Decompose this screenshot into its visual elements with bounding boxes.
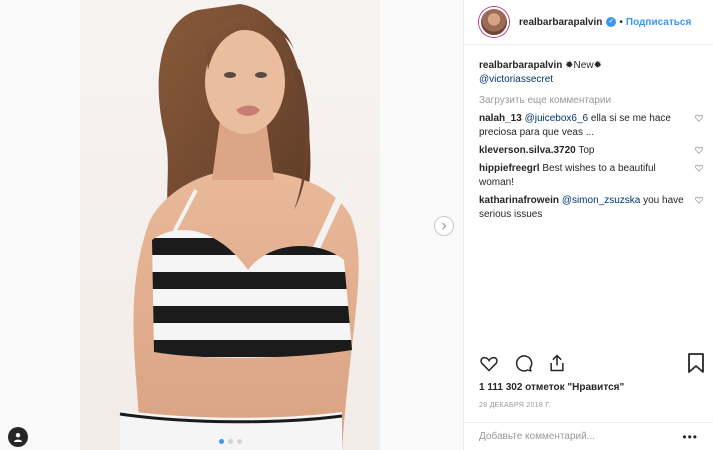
comment-item: nalah_13 @juicebox6_6 ella si se me hace… [479,112,703,140]
post-details-panel: realbarbarapalvin ✓ • Подписаться realba… [463,0,713,450]
verified-badge-icon: ✓ [606,17,617,27]
comment-username[interactable]: hippiefreegrl [479,163,540,174]
carousel-indicator [80,439,380,444]
like-comment-heart-icon[interactable] [695,196,703,204]
post-actions [479,353,567,373]
caption-username[interactable]: realbarbarapalvin [479,60,562,71]
profile-mini-icon[interactable] [8,427,28,447]
comment-username[interactable]: katharinafrowein [479,195,559,206]
comment-username[interactable]: nalah_13 [479,113,522,124]
caption-mention[interactable]: @victoriassecret [479,74,553,85]
carousel-dot [227,439,233,444]
more-options-icon[interactable]: ••• [682,430,698,444]
comment-item: hippiefreegrl Best wishes to a beautiful… [479,162,703,190]
instagram-post-view: realbarbarapalvin ✓ • Подписаться realba… [0,0,713,450]
like-comment-heart-icon[interactable] [695,114,703,122]
comment-item: katharinafrowein @simon_zsuzska you have… [479,194,703,222]
comment-bubble-icon[interactable] [513,353,533,373]
post-caption: realbarbarapalvin ✹New✹ @victoriassecret [479,59,698,87]
chevron-right-icon [442,222,447,230]
like-comment-heart-icon[interactable] [695,146,703,154]
comment-text: Top [575,145,595,156]
share-icon[interactable] [547,353,567,373]
header-username[interactable]: realbarbarapalvin [519,17,602,28]
like-comment-heart-icon[interactable] [695,164,703,172]
like-heart-icon[interactable] [479,353,499,373]
comment-item: kleverson.silva.3720 Top [479,144,703,158]
comment-mention[interactable]: @simon_zsuzska [562,195,641,206]
likes-count[interactable]: 1 111 302 отметок "Нравится" [479,382,624,393]
load-more-comments-button[interactable]: Загрузить еще комментарии [479,95,698,106]
avatar[interactable] [479,7,509,37]
next-photo-button[interactable] [434,216,454,236]
caption-text: ✹New✹ [565,60,602,71]
add-comment-bar: ••• [464,422,713,450]
comment-input[interactable] [479,431,669,442]
follow-button[interactable]: Подписаться [626,17,691,28]
comment-mention[interactable]: @juicebox6_6 [525,113,589,124]
comments-section: realbarbarapalvin ✹New✹ @victoriassecret… [464,45,713,222]
carousel-dot-active [218,439,224,444]
carousel-dot [236,439,242,444]
photo-illustration [119,4,359,450]
post-header: realbarbarapalvin ✓ • Подписаться [464,0,713,45]
post-photo[interactable] [80,0,380,450]
separator-dot: • [619,16,623,28]
comment-username[interactable]: kleverson.silva.3720 [479,145,576,156]
left-background-strip [0,0,80,450]
post-date: 28 ДЕКАБРЯ 2018 Г. [479,402,551,409]
bookmark-icon[interactable] [687,353,705,373]
